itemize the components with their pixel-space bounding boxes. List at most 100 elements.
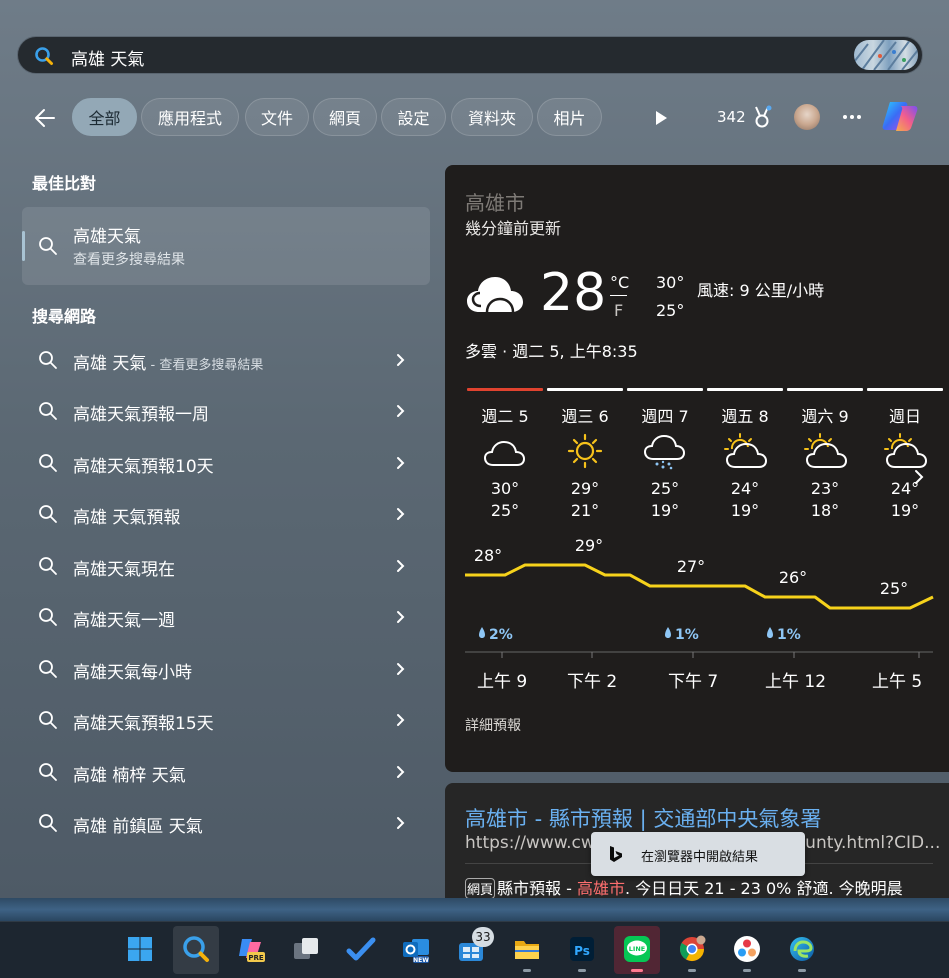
result-snippet: 網頁 縣市預報 - 高雄市. 今日日天 21 - 23 0% 舒適. 今晚明晨: [465, 875, 903, 899]
query-text: 高雄天氣預報15天: [73, 714, 214, 734]
rewards-medal-icon[interactable]: [751, 104, 773, 130]
day-label[interactable]: 週日: [867, 403, 943, 427]
edge-app[interactable]: [779, 926, 825, 974]
avatar[interactable]: [794, 104, 820, 130]
best-match-subtitle: 查看更多搜尋結果: [73, 252, 185, 268]
wind-speed: 風速: 9 公里/小時: [697, 281, 825, 300]
todo-app[interactable]: [338, 926, 384, 974]
search-icon: [38, 710, 58, 730]
web-search-item-text: 高雄 天氣預報: [73, 503, 180, 528]
unit-fahrenheit-toggle[interactable]: F: [614, 301, 623, 320]
day-indicator: [547, 388, 623, 391]
hour-label: 上午 12: [765, 672, 827, 692]
web-search-item[interactable]: 高雄天氣現在: [22, 543, 430, 589]
line-app[interactable]: LINE: [614, 926, 660, 974]
hourly-temp-label: 26°: [779, 568, 807, 587]
web-search-item[interactable]: 高雄 楠梓 天氣: [22, 749, 430, 795]
web-search-item[interactable]: 高雄天氣預報一周: [22, 388, 430, 434]
tab-settings[interactable]: 設定: [381, 98, 446, 136]
store-app[interactable]: 33: [448, 926, 494, 974]
chevron-right-icon: [396, 711, 406, 729]
best-match-result[interactable]: 高雄天氣 查看更多搜尋結果: [22, 207, 430, 285]
day-label[interactable]: 週四 7: [627, 403, 703, 427]
photoshop-app[interactable]: Ps: [559, 926, 605, 974]
day-label[interactable]: 週二 5: [467, 403, 543, 427]
web-search-item-text: 高雄天氣預報15天: [73, 709, 214, 734]
day-high: 24°: [730, 479, 760, 498]
running-indicator: [578, 969, 586, 972]
tab-folders[interactable]: 資料夾: [451, 98, 533, 136]
start-button[interactable]: [117, 926, 163, 974]
tab-photos[interactable]: 相片: [537, 98, 602, 136]
raindrop-icon: [479, 627, 485, 638]
ellipsis-icon: [843, 115, 861, 119]
search-icon: [38, 504, 58, 524]
day-label[interactable]: 週五 8: [707, 403, 783, 427]
file-explorer-app[interactable]: [504, 926, 550, 974]
running-indicator: [523, 969, 531, 972]
search-input[interactable]: 高雄 天氣: [71, 45, 144, 70]
day-label[interactable]: 週三 6: [547, 403, 623, 427]
task-view-button[interactable]: [283, 926, 329, 974]
forecast-next-button[interactable]: [912, 465, 926, 489]
cloud-icon: [465, 270, 525, 318]
query-text: 高雄天氣現在: [73, 560, 175, 580]
copilot-pre-icon: PRE: [239, 939, 265, 962]
hour-label: 上午 9: [477, 672, 528, 692]
unit-celsius-toggle[interactable]: °C: [610, 273, 629, 292]
tab-all[interactable]: 全部: [72, 98, 137, 136]
outlook-app[interactable]: NEW: [393, 926, 439, 974]
hourly-temperature-chart: 28° 29° 27° 26° 25° 2% 1% 1%: [465, 536, 934, 658]
photoshop-icon: Ps: [570, 937, 594, 961]
detailed-forecast-link[interactable]: 詳細預報: [465, 715, 521, 735]
arrow-left-icon: [35, 109, 55, 127]
tab-apps[interactable]: 應用程式: [141, 98, 239, 136]
copilot-preview-app[interactable]: PRE: [228, 926, 274, 974]
partly-cloudy-icon: [787, 431, 863, 471]
chrome-app[interactable]: [669, 926, 715, 974]
day-label[interactable]: 週六 9: [787, 403, 863, 427]
web-search-item[interactable]: 高雄 天氣預報: [22, 491, 430, 537]
raindrop-icon: [767, 627, 773, 638]
tab-web[interactable]: 網頁: [313, 98, 377, 136]
search-bar[interactable]: 高雄 天氣: [17, 36, 923, 74]
chrome-icon: [679, 935, 706, 962]
weather-city: 高雄市: [465, 191, 525, 215]
copilot-button[interactable]: [880, 96, 920, 136]
taskbar: PRE NEW 33 Ps LINE: [0, 921, 949, 978]
result-title-link[interactable]: 高雄市 - 縣市預報 | 交通部中央氣象署: [465, 803, 821, 833]
chevron-right-icon: [396, 557, 406, 575]
hourly-temp-label: 28°: [474, 546, 502, 565]
tab-documents[interactable]: 文件: [245, 98, 309, 136]
hour-label: 下午 7: [668, 672, 719, 692]
web-search-item[interactable]: 高雄天氣預報10天: [22, 440, 430, 486]
web-search-item-text: 高雄 楠梓 天氣: [73, 761, 186, 786]
svg-text:PRE: PRE: [248, 954, 264, 962]
day-indicator: [627, 388, 703, 391]
more-filters-button[interactable]: [652, 108, 670, 128]
rewards-points[interactable]: 342: [717, 108, 746, 126]
more-options-button[interactable]: [840, 104, 864, 130]
web-search-item[interactable]: 高雄 天氣 - 查看更多搜尋結果: [22, 337, 430, 383]
web-search-item[interactable]: 高雄天氣一週: [22, 594, 430, 640]
day-high: 30°: [490, 479, 520, 498]
day-low: 21°: [570, 501, 600, 520]
weather-condition: 多雲 · 週二 5, 上午8:35: [465, 342, 638, 361]
davinci-resolve-app[interactable]: [724, 926, 770, 974]
chevron-right-icon: [915, 470, 924, 484]
chevron-right-icon: [396, 763, 406, 781]
back-button[interactable]: [30, 104, 62, 132]
day-low: 18°: [810, 501, 840, 520]
search-icon: [38, 453, 58, 473]
line-icon: LINE: [624, 936, 650, 962]
taskbar-search-button[interactable]: [173, 926, 219, 974]
open-in-browser-button[interactable]: 在瀏覽器中開啟結果: [591, 832, 805, 876]
chevron-right-icon: [396, 351, 406, 369]
search-highlight-image[interactable]: [854, 40, 918, 70]
bing-icon: [610, 846, 622, 862]
web-search-item[interactable]: 高雄天氣每小時: [22, 646, 430, 692]
web-search-item[interactable]: 高雄天氣預報15天: [22, 697, 430, 743]
weather-card[interactable]: 高雄市 幾分鐘前更新 28 °C F 30° 25° 風速: 9 公里/小時 多…: [445, 165, 949, 772]
web-search-item[interactable]: 高雄 前鎮區 天氣: [22, 800, 430, 846]
precip-chance: 1%: [777, 627, 801, 643]
